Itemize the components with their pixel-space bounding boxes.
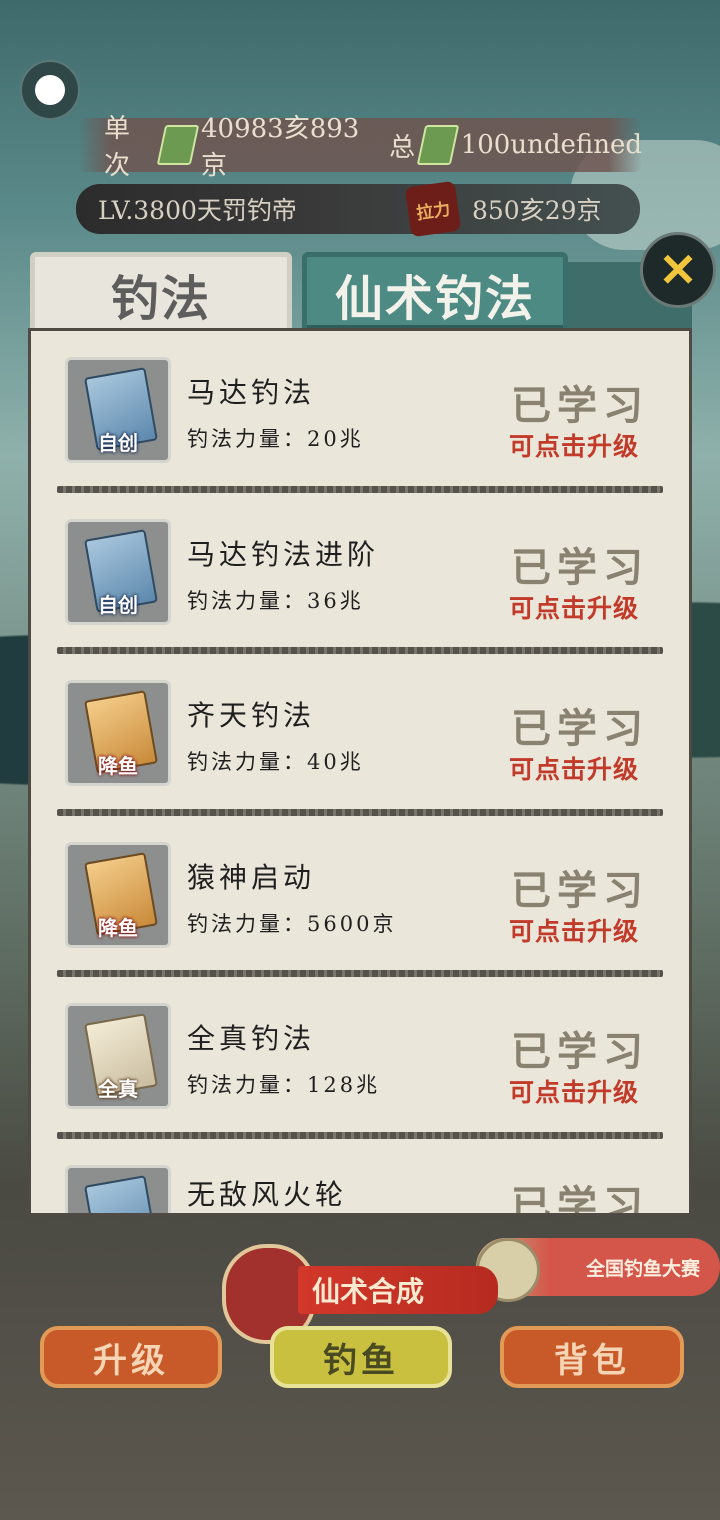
upgrade-link[interactable]: 可点击升级 (509, 427, 639, 463)
learned-status: 已学习 (511, 866, 649, 914)
divider (57, 485, 663, 493)
orange-book-icon: 降鱼 (65, 680, 171, 786)
tab-fishing-method[interactable]: 钓法 (30, 252, 292, 336)
upgrade-button[interactable]: 升级 (40, 1326, 222, 1388)
divider (57, 970, 663, 977)
list-item[interactable]: 自创 马达钓法 钓法力量：20兆 已学习 可点击升级 (31, 331, 689, 493)
contest-label: 全国钓鱼大赛 (585, 1257, 700, 1280)
orange-book-icon: 降鱼 (65, 841, 171, 948)
fish-button[interactable]: 钓鱼 (270, 1326, 452, 1388)
technique-power: 钓法力量：40兆 (187, 750, 364, 774)
total-label: 总 (389, 132, 416, 163)
list-item[interactable]: 降鱼 猿神启动 钓法力量：5600京 已学习 可点击升级 (31, 816, 689, 977)
level-pull-bar: LV.3800天罚钓帝 拉力 850亥29京 (76, 180, 640, 238)
compose-label: 仙术合成 (298, 1266, 498, 1314)
list-item[interactable]: 自创 马达钓法进阶 钓法力量：36兆 已学习 可点击升级 (31, 493, 689, 654)
backpack-button[interactable]: 背包 (500, 1326, 684, 1388)
technique-power: 钓法力量：128兆 (187, 1073, 381, 1097)
technique-power: 钓法力量：5600京 (187, 911, 397, 936)
learned-status: 已学习 (511, 705, 649, 752)
learned-status: 已学习 (511, 1028, 649, 1075)
national-contest-button[interactable]: 全国钓鱼大赛 (476, 1238, 720, 1302)
banknote-icon (157, 125, 200, 165)
divider (57, 647, 663, 654)
learned-status: 已学习 (511, 543, 649, 591)
menu-toggle-button[interactable] (20, 60, 80, 120)
banknote-icon (416, 125, 459, 165)
single-label: 单次 (104, 114, 131, 181)
blue-book-icon (65, 1164, 171, 1213)
close-button[interactable]: ✕ (640, 232, 716, 308)
blue-book-icon: 自创 (65, 357, 171, 463)
scroll-icon: 全真 (65, 1003, 171, 1109)
upgrade-link[interactable]: 可点击升级 (509, 1073, 639, 1109)
list-item[interactable]: 无敌风火轮 已学习 (31, 1139, 689, 1216)
list-item[interactable]: 降鱼 齐天钓法 钓法力量：40兆 已学习 可点击升级 (31, 654, 689, 816)
divider (57, 808, 663, 816)
compose-button[interactable]: 仙术合成 (222, 1244, 502, 1344)
level-text: LV.3800天罚钓帝 (98, 196, 297, 225)
technique-power: 钓法力量：20兆 (187, 427, 364, 451)
upgrade-link[interactable]: 可点击升级 (509, 750, 639, 786)
technique-power: 钓法力量：36兆 (187, 588, 364, 613)
pull-value: 850亥29京 (472, 196, 602, 225)
blue-book-icon: 自创 (65, 518, 171, 625)
single-total-bar: 单次 40983亥893京 总 100undefined (78, 114, 642, 181)
technique-name: 齐天钓法 (187, 699, 316, 732)
tab-immortal-fishing-method[interactable]: 仙术钓法 (302, 252, 568, 336)
technique-name: 马达钓法进阶 (187, 537, 380, 571)
total-value: 100undefined (460, 130, 642, 160)
upgrade-link[interactable]: 可点击升级 (509, 589, 639, 625)
learned-status: 已学习 (511, 382, 649, 429)
list-item[interactable]: 全真 全真钓法 钓法力量：128兆 已学习 可点击升级 (31, 977, 689, 1139)
technique-name: 猿神启动 (187, 860, 316, 894)
technique-name: 马达钓法 (187, 376, 316, 409)
upgrade-link[interactable]: 可点击升级 (509, 912, 639, 948)
technique-list[interactable]: 自创 马达钓法 钓法力量：20兆 已学习 可点击升级 自创 马达钓法进阶 钓法力… (28, 328, 692, 1216)
dot-icon (35, 75, 65, 105)
technique-name: 无敌风火轮 (187, 1177, 348, 1211)
single-value: 40983亥893京 (201, 114, 360, 181)
pull-badge-icon: 拉力 (404, 180, 462, 238)
close-icon: ✕ (658, 243, 698, 297)
learned-status: 已学习 (511, 1181, 649, 1216)
technique-name: 全真钓法 (187, 1022, 316, 1055)
divider (57, 1131, 663, 1139)
